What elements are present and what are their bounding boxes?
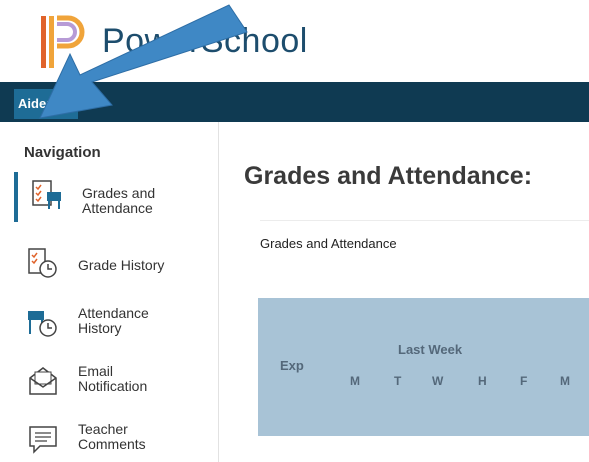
main-content: Grades and Attendance: Grades and Attend… [220,122,589,462]
table-header-day: T [394,374,402,388]
sidebar-item-grade-history[interactable]: Grade History [14,240,219,290]
divider [260,220,589,221]
student-tab[interactable]: Aiden [14,89,78,119]
grades-table-header: Exp Last Week M T W H F M [258,298,589,436]
sidebar-item-label: Attendance History [78,305,149,336]
page-title: Grades and Attendance: [244,162,533,190]
breadcrumb: Grades and Attendance [260,236,397,251]
sidebar-item-label: Grade History [78,257,165,273]
grades-attendance-icon [32,180,61,209]
table-header-day: M [350,374,360,388]
teacher-comments-icon [29,426,57,454]
sidebar: Navigation Grades and Attendance Grade H… [14,122,219,462]
sidebar-item-label: Teacher Comments [78,421,146,452]
nav-title: Navigation [24,144,101,161]
powerschool-logo-icon [41,15,85,68]
table-header-day: F [520,374,528,388]
top-navigation-bar [0,82,589,122]
table-header-last-week: Last Week [398,342,463,357]
brand-name: PowerSchool [102,22,308,60]
email-notification-icon [29,367,57,395]
table-header-day: W [432,374,444,388]
sidebar-item-teacher-comments[interactable]: Teacher Comments [14,416,219,462]
sidebar-item-label: Email Notification [78,363,148,394]
table-header-day: H [478,374,487,388]
sidebar-item-label: Grades and Attendance [82,185,156,216]
sidebar-item-grades-and-attendance[interactable]: Grades and Attendance [14,172,219,222]
table-header-exp: Exp [280,358,304,373]
app-header: PowerSchool [0,0,589,82]
grade-history-icon [28,248,57,278]
sidebar-item-email-notification[interactable]: Email Notification [14,358,219,408]
attendance-history-icon [28,311,57,337]
table-header-day: M [560,374,570,388]
sidebar-item-attendance-history[interactable]: Attendance History [14,300,219,350]
